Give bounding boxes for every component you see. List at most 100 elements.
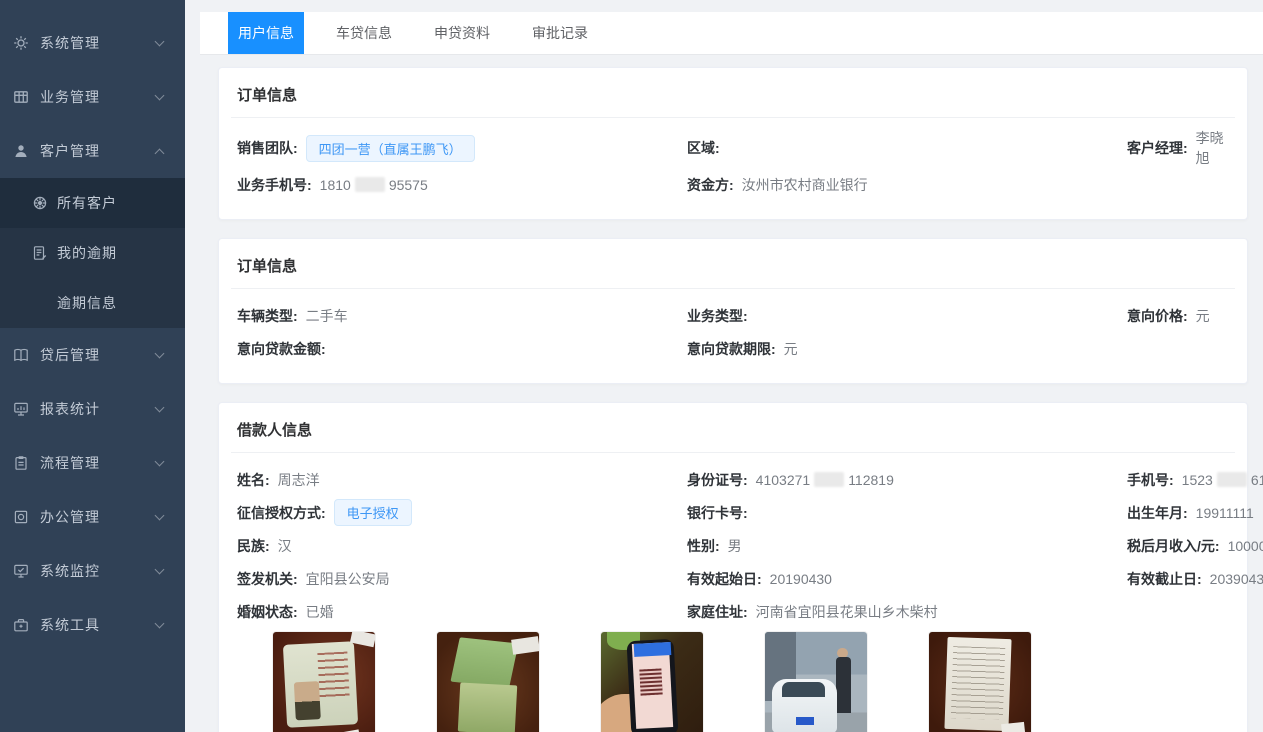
sidebar-item-label: 逾期信息: [57, 293, 117, 313]
field-home-address: 家庭住址:河南省宜阳县花果山乡木柴村: [681, 595, 1121, 628]
field-label: 民族:: [237, 536, 270, 556]
photo-strip: 个人照驾驶证照片征信截图人车合影其他材料: [273, 632, 1235, 732]
field-value: 95575: [389, 177, 428, 193]
field-label: 姓名:: [237, 470, 270, 490]
toolbox-icon: [12, 617, 29, 634]
field-label: 婚姻状态:: [237, 602, 298, 622]
clipboard-icon: [12, 455, 29, 472]
field-value: 李晓旭: [1196, 128, 1235, 168]
license-booklet-photo: 驾驶证照片: [437, 632, 539, 732]
field-value: 4103271: [756, 472, 811, 488]
field-row: 签发机关:宜阳县公安局有效起始日:20190430有效截止日:20390430: [231, 562, 1235, 595]
field-label: 有效截止日:: [1127, 569, 1202, 589]
field-value: 元: [1196, 306, 1210, 326]
sidebar-item-label: 办公管理: [40, 507, 100, 527]
tab-loan-application-materials[interactable]: 申贷资料: [424, 12, 500, 54]
field-intended-loan-amount: 意向贷款金额:: [231, 332, 681, 365]
sidebar-item-system-tools[interactable]: 系统工具: [0, 598, 185, 652]
tab-car-loan-info[interactable]: 车贷信息: [326, 12, 402, 54]
license-booklet-photo-thumbnail[interactable]: [437, 632, 539, 732]
sidebar-item-label: 系统管理: [40, 33, 100, 53]
redacted-blur: [1217, 472, 1247, 487]
sidebar-item-report-statistics[interactable]: 报表统计: [0, 382, 185, 436]
person-car-photo-thumbnail[interactable]: [765, 632, 867, 732]
tab-approval-records[interactable]: 审批记录: [522, 12, 598, 54]
card-title: 订单信息: [231, 82, 1235, 118]
field-value: 已婚: [306, 602, 334, 622]
sidebar-item-system-management[interactable]: 系统管理: [0, 16, 185, 70]
chevron-down-icon: [155, 511, 165, 521]
field-bank-card-number: 银行卡号:: [681, 496, 1121, 529]
sidebar-item-system-monitoring[interactable]: 系统监控: [0, 544, 185, 598]
sidebar-item-office-management[interactable]: 办公管理: [0, 490, 185, 544]
square-circle-icon: [12, 509, 29, 526]
field-value: 周志洋: [278, 470, 320, 490]
field-tag[interactable]: 电子授权: [334, 499, 412, 526]
id-card-photo-thumbnail[interactable]: [273, 632, 375, 732]
sidebar-item-label: 业务管理: [40, 87, 100, 107]
grid-icon: [12, 89, 29, 106]
redacted-blur: [355, 177, 385, 192]
sidebar-item-label: 我的逾期: [57, 243, 117, 263]
tab-user-info[interactable]: 用户信息: [228, 12, 304, 54]
field-value: 20390430: [1210, 571, 1263, 587]
field-label: 资金方:: [687, 175, 734, 195]
sidebar-item-label: 所有客户: [57, 193, 117, 213]
sidebar-item-label: 客户管理: [40, 141, 100, 161]
credit-screenshot-photo-thumbnail[interactable]: [601, 632, 703, 732]
gear-icon: [12, 35, 29, 52]
field-value: 1810: [320, 177, 351, 193]
field-birth-date: 出生年月:19911111: [1121, 496, 1254, 529]
sidebar-item-overdue-info[interactable]: 逾期信息: [0, 278, 185, 328]
sidebar-submenu-customer-management: 所有客户我的逾期逾期信息: [0, 178, 185, 328]
sidebar-item-label: 系统工具: [40, 615, 100, 635]
field-value: 10000: [1228, 538, 1263, 554]
sidebar-item-business-management[interactable]: 业务管理: [0, 70, 185, 124]
field-valid-from: 有效起始日:20190430: [681, 562, 1121, 595]
field-label: 客户经理:: [1127, 138, 1188, 158]
field-label: 意向价格:: [1127, 306, 1188, 326]
field-label: 税后月收入/元:: [1127, 536, 1220, 556]
sidebar-item-all-customers[interactable]: 所有客户: [0, 178, 185, 228]
sidebar-item-post-loan-management[interactable]: 贷后管理: [0, 328, 185, 382]
field-label: 签发机关:: [237, 569, 298, 589]
sidebar-nav: 系统管理业务管理客户管理所有客户我的逾期逾期信息贷后管理报表统计流程管理办公管理…: [0, 0, 185, 652]
field-label: 业务类型:: [687, 306, 748, 326]
sidebar: 系统管理业务管理客户管理所有客户我的逾期逾期信息贷后管理报表统计流程管理办公管理…: [0, 0, 185, 732]
card-title: 借款人信息: [231, 417, 1235, 453]
field-label: 区域:: [687, 138, 720, 158]
user-icon: [12, 143, 29, 160]
chevron-down-icon: [155, 565, 165, 575]
field-value: 汝州市农村商业银行: [742, 175, 868, 195]
monitor-check-icon: [12, 563, 29, 580]
field-funder: 资金方: 汝州市农村商业银行: [681, 168, 1121, 201]
field-vehicle-type: 车辆类型:二手车: [231, 299, 681, 332]
field-ethnicity: 民族:汉: [231, 529, 681, 562]
main-content: 用户信息车贷信息申贷资料审批记录 订单信息销售团队:四团一营（直属王鹏飞） 区域:…: [185, 0, 1263, 732]
tab-bar: 用户信息车贷信息申贷资料审批记录: [200, 12, 1263, 55]
other-material-photo: 其他材料: [929, 632, 1031, 732]
sidebar-item-process-management[interactable]: 流程管理: [0, 436, 185, 490]
field-label: 手机号:: [1127, 470, 1174, 490]
field-label: 征信授权方式:: [237, 503, 326, 523]
field-value: 6137: [1251, 472, 1263, 488]
other-material-photo-thumbnail[interactable]: [929, 632, 1031, 732]
chevron-down-icon: [155, 349, 165, 359]
sidebar-item-my-overdue[interactable]: 我的逾期: [0, 228, 185, 278]
field-value: 112819: [848, 472, 894, 488]
field-sales-team: 销售团队:四团一营（直属王鹏飞）: [231, 128, 681, 168]
field-label: 有效起始日:: [687, 569, 762, 589]
sidebar-item-customer-management[interactable]: 客户管理: [0, 124, 185, 178]
field-issuing-authority: 签发机关:宜阳县公安局: [231, 562, 681, 595]
field-value: 河南省宜阳县花果山乡木柴村: [756, 602, 938, 622]
sidebar-item-label: 流程管理: [40, 453, 100, 473]
field-label: 意向贷款金额:: [237, 339, 326, 359]
field-value: 元: [784, 339, 798, 359]
sidebar-item-label: 报表统计: [40, 399, 100, 419]
field-business-phone: 业务手机号:181095575: [231, 168, 681, 201]
field-business-type: 业务类型:: [681, 299, 1121, 332]
field-tag[interactable]: 四团一营（直属王鹏飞）: [306, 135, 475, 162]
chevron-up-icon: [155, 148, 165, 158]
field-row: 业务手机号:181095575资金方:汝州市农村商业银行: [231, 168, 1235, 201]
redacted-blur: [814, 472, 844, 487]
